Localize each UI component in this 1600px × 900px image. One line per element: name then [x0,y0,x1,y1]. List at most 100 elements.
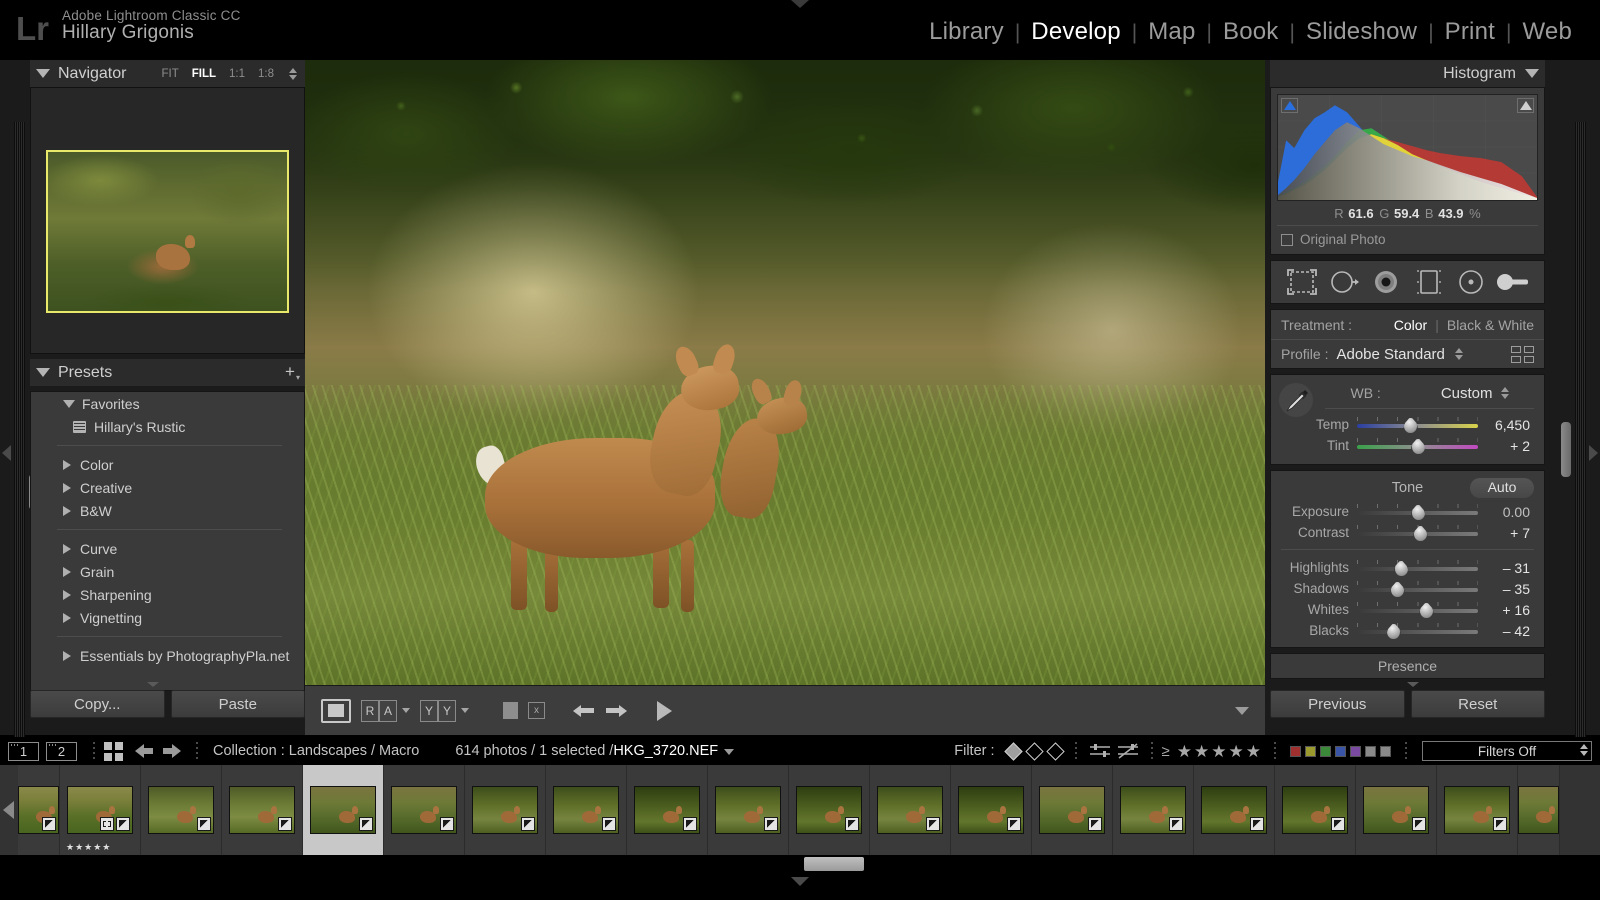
adjustment-badge-icon[interactable] [521,817,535,831]
filmstrip-thumbnail[interactable] [384,765,465,855]
filmstrip-thumbnail[interactable] [870,765,951,855]
color-label-swatch-5[interactable] [1350,745,1361,757]
thumbnail-image[interactable] [1120,786,1186,834]
collection-breadcrumb[interactable]: Collection : Landscapes / Macro [213,743,419,759]
preset-group-favorites[interactable]: Favorites [31,392,304,415]
profile-stepper[interactable] [1454,348,1463,360]
original-photo-checkbox[interactable] [1281,233,1293,246]
thumbnail-image[interactable] [67,786,133,834]
filter-flag-rejected-icon[interactable] [1045,741,1065,761]
chevron-down-icon[interactable] [402,708,410,713]
radial-filter-tool[interactable] [1454,267,1488,297]
navigator-header[interactable]: Navigator FIT FILL 1:1 1:8 [30,60,305,87]
thumbnail-image[interactable] [1444,786,1510,834]
presets-header[interactable]: Presets +▾ [30,359,305,386]
adjustment-badge-icon[interactable] [845,817,859,831]
before-after-button[interactable]: R A [361,699,410,722]
graduated-filter-tool[interactable] [1412,267,1446,297]
original-photo-row[interactable]: Original Photo [1277,225,1538,250]
filmstrip[interactable]: ★★★★★ [0,765,1600,855]
impromptu-slideshow-icon[interactable] [657,700,672,721]
slider-exposure[interactable]: Exposure 0.00 [1281,501,1534,522]
star-4-icon[interactable]: ★ [1229,743,1244,760]
slider-shadows[interactable]: Shadows – 35 [1281,578,1534,599]
filmstrip-thumbnail[interactable] [1194,765,1275,855]
chevron-down-icon[interactable] [724,749,735,755]
slider-highlights[interactable]: Highlights – 31 [1281,557,1534,578]
second-window-button[interactable]: 2 [46,741,77,761]
left-panel-scrollbar[interactable] [14,122,39,795]
adjustment-badge-icon[interactable] [1412,817,1426,831]
slider-value[interactable]: – 31 [1478,560,1534,576]
preset-group-sharpening[interactable]: Sharpening [31,583,304,606]
before-after-left[interactable]: R [361,699,379,722]
filmstrip-thumbnail[interactable] [465,765,546,855]
slider-track-area[interactable] [1357,580,1478,598]
histogram-graph[interactable] [1277,94,1538,201]
color-label-swatch-7[interactable] [1380,745,1391,757]
slider-track-area[interactable] [1357,416,1478,434]
thumbnail-image[interactable] [148,786,214,834]
top-panel-collapse-arrow[interactable] [791,0,809,8]
flag-pick-icon[interactable] [503,702,518,719]
histogram-header[interactable]: Histogram [1270,60,1545,87]
highlight-clipping-icon[interactable] [1517,98,1534,113]
adjustment-badge-icon[interactable] [1088,817,1102,831]
chevron-down-icon[interactable] [63,399,75,408]
crop-overlay-tool[interactable] [1285,267,1319,297]
preset-group-color[interactable]: Color [31,453,304,476]
zoom-1-8[interactable]: 1:8 [258,68,274,80]
slider-track-area[interactable] [1357,601,1478,619]
copy-button[interactable]: Copy... [30,690,165,718]
slider-value[interactable]: + 16 [1478,602,1534,618]
filter-unedited-icon[interactable] [1117,743,1139,759]
loupe-view-icon[interactable] [321,698,351,723]
thumbnail-image[interactable] [796,786,862,834]
split-view-button[interactable]: Y Y [420,699,469,722]
adjustment-badge-icon[interactable] [683,817,697,831]
zoom-fit[interactable]: FIT [161,68,178,80]
slider-track-area[interactable] [1357,437,1478,455]
chevron-down-icon[interactable] [36,69,50,78]
presence-section-header[interactable]: Presence [1270,653,1545,679]
filmstrip-thumbnail-selected[interactable] [303,765,384,855]
slider-blacks[interactable]: Blacks – 42 [1281,620,1534,641]
slider-track-area[interactable] [1357,559,1478,577]
module-develop[interactable]: Develop [1021,18,1130,46]
thumbnail-image[interactable] [715,786,781,834]
navigator-preview[interactable] [30,87,305,354]
auto-tone-button[interactable]: Auto [1470,478,1534,498]
thumbnail-image[interactable] [1363,786,1429,834]
wb-stepper[interactable] [1500,387,1509,399]
preset-group-b-w[interactable]: B&W [31,499,304,522]
adjustment-badge-icon[interactable] [926,817,940,831]
white-balance-selector-icon[interactable] [1279,383,1313,417]
paste-button[interactable]: Paste [170,690,305,718]
filmstrip-thumbnail[interactable] [1437,765,1518,855]
right-panel-scrollbar[interactable] [1561,122,1586,795]
adjustment-badge-icon[interactable] [42,817,56,831]
adjustment-badge-icon[interactable] [602,817,616,831]
add-preset-icon[interactable]: +▾ [285,363,300,382]
thumbnail-image[interactable] [634,786,700,834]
adjustment-badge-icon[interactable] [197,817,211,831]
slider-value[interactable]: – 35 [1478,581,1534,597]
slider-track[interactable] [1357,629,1478,634]
thumbnail-image[interactable] [310,786,376,834]
slider-value[interactable]: – 42 [1478,623,1534,639]
chevron-down-icon[interactable] [1525,69,1539,78]
preset-group-creative[interactable]: Creative [31,476,304,499]
filmstrip-thumbnail[interactable] [1356,765,1437,855]
photo-count-status[interactable]: 614 photos / 1 selected /HKG_3720.NEF [455,743,735,759]
crop-badge-icon[interactable] [100,817,114,831]
adjustment-badge-icon[interactable] [359,817,373,831]
thumbnail-image[interactable] [1201,786,1267,834]
star-2-icon[interactable]: ★ [1194,743,1209,760]
spot-removal-tool[interactable] [1327,267,1361,297]
go-forward-icon[interactable] [161,743,181,759]
color-label-swatch-4[interactable] [1335,745,1346,757]
thumbnail-image[interactable] [18,786,59,834]
slider-temp[interactable]: Temp 6,450 [1281,414,1534,435]
filmstrip-scrollbar-thumb[interactable] [804,857,864,871]
thumbnail-image[interactable] [229,786,295,834]
